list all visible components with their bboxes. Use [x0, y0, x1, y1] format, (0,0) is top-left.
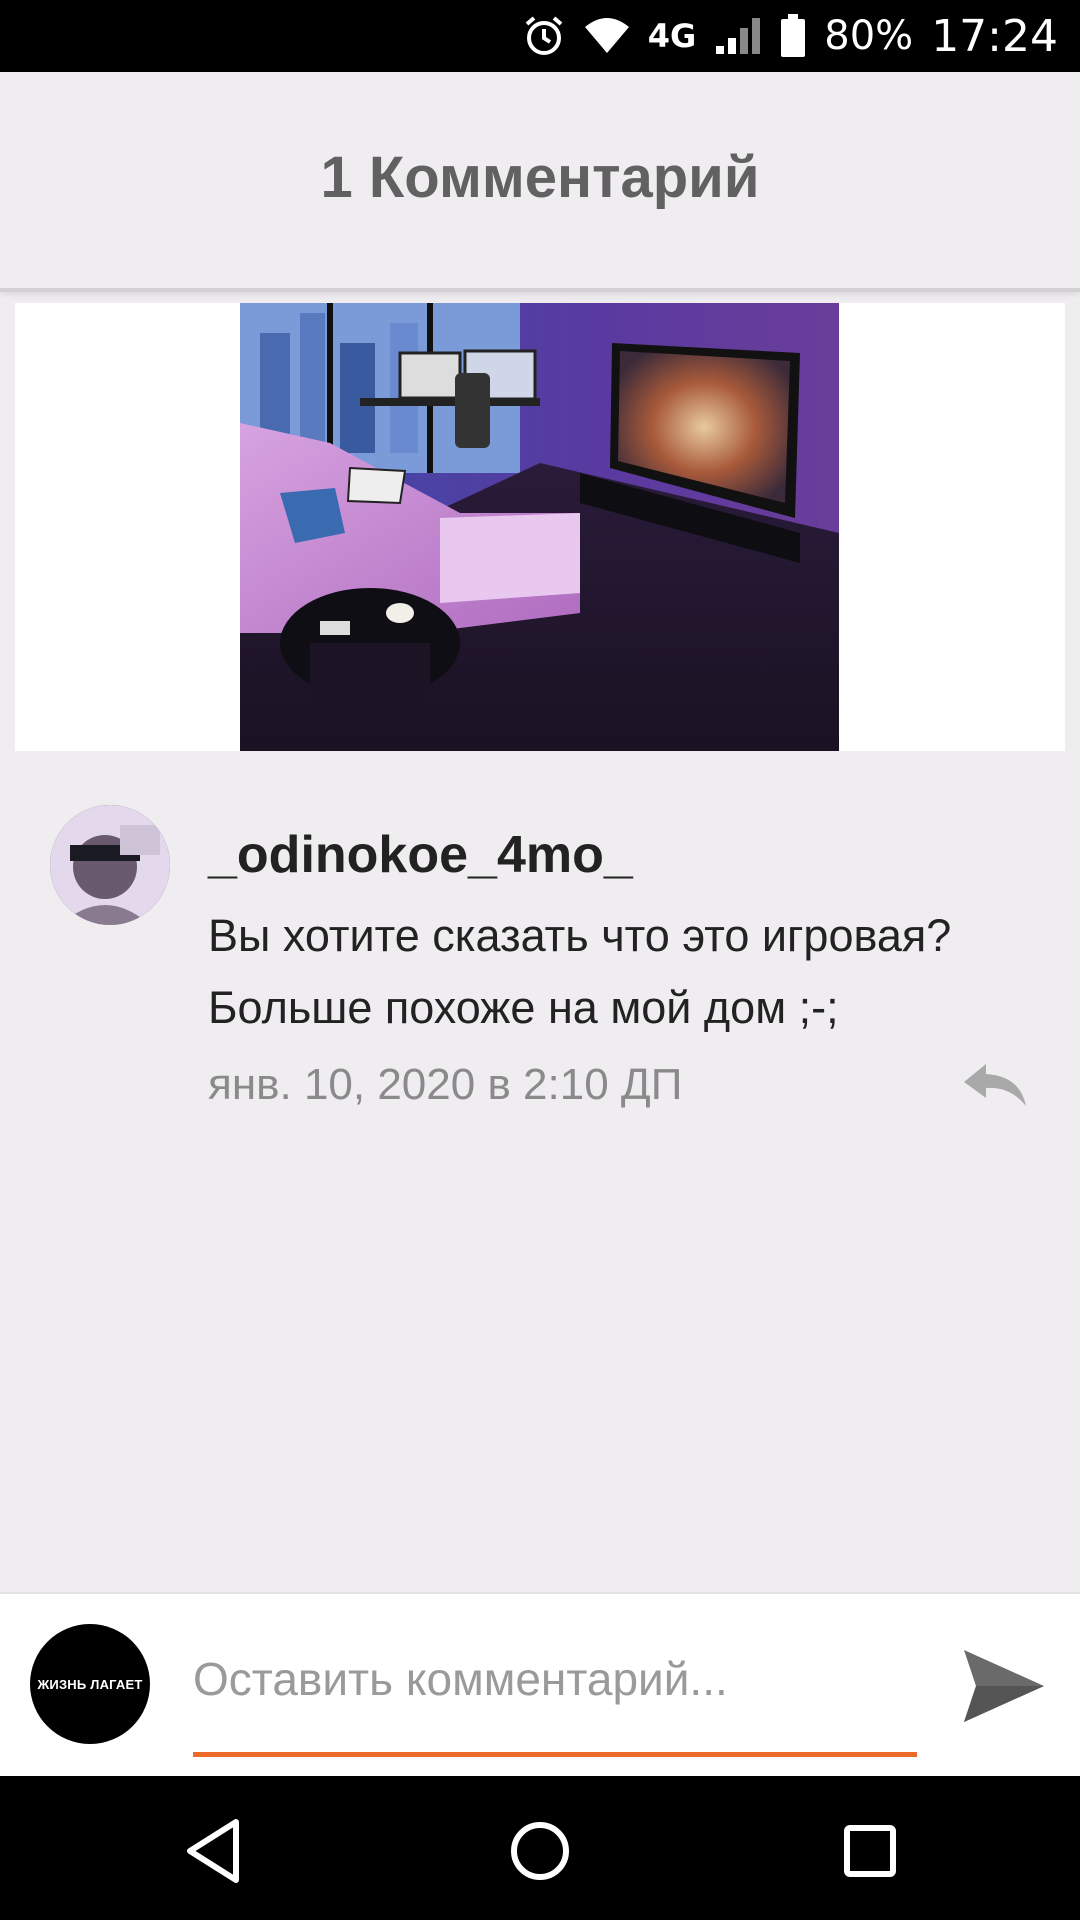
send-icon[interactable]	[960, 1646, 1046, 1726]
clock: 17:24	[931, 10, 1058, 62]
post-image[interactable]	[240, 303, 839, 751]
input-underline	[193, 1752, 917, 1757]
home-icon[interactable]	[495, 1806, 585, 1896]
comment-username[interactable]: _odinokoe_4mo_	[208, 825, 633, 885]
user-avatar[interactable]: ЖИЗНЬ ЛАГАЕТ	[30, 1624, 150, 1744]
recents-icon[interactable]	[825, 1806, 915, 1896]
battery-percent: 80%	[824, 13, 914, 59]
comment-input-bar: ЖИЗНЬ ЛАГАЕТ	[0, 1592, 1080, 1778]
wifi-icon	[584, 18, 629, 53]
battery-icon	[781, 14, 806, 57]
page-title: 1 Комментарий	[320, 145, 760, 210]
comment-text-line: Больше похоже на мой дом ;-;	[208, 982, 839, 1033]
post-image-card	[15, 303, 1065, 751]
status-bar: 4G 80% 17:24	[0, 0, 1080, 72]
alarm-icon	[525, 16, 563, 55]
network-type: 4G	[647, 17, 697, 55]
comment-input[interactable]	[193, 1644, 917, 1714]
comments-header: 1 Комментарий	[0, 72, 1080, 292]
reply-icon[interactable]	[962, 1062, 1028, 1110]
signal-icon	[716, 18, 761, 54]
system-nav-bar	[0, 1776, 1080, 1920]
commenter-avatar[interactable]	[50, 805, 170, 925]
comment-text-line: Вы хотите сказать что это игровая?	[208, 910, 952, 961]
back-icon[interactable]	[168, 1806, 258, 1896]
comment-timestamp: янв. 10, 2020 в 2:10 ДП	[208, 1060, 683, 1109]
